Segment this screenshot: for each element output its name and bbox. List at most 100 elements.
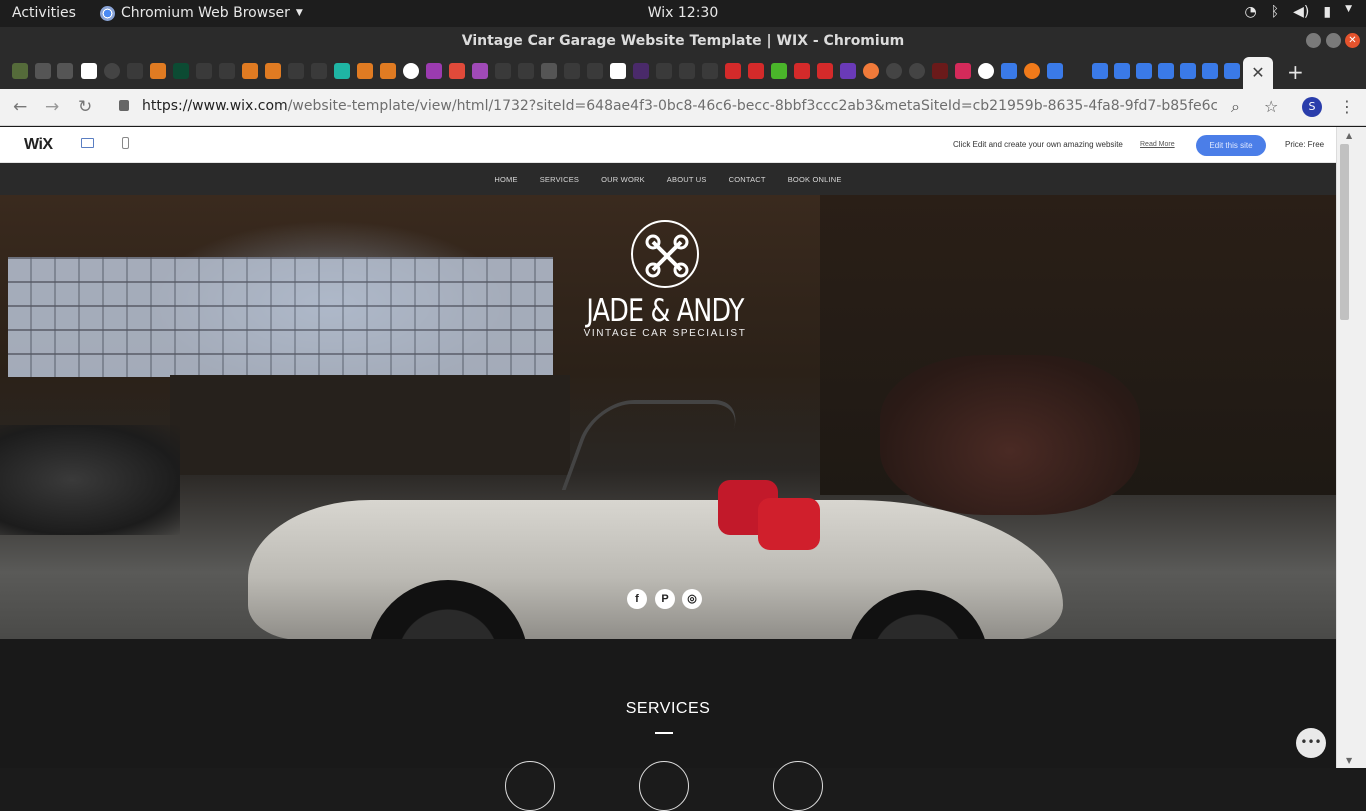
desktop-view-icon[interactable]: [81, 138, 94, 148]
service-icon[interactable]: [639, 761, 689, 811]
tab-favicon[interactable]: [127, 63, 143, 79]
chat-icon[interactable]: •••: [1296, 728, 1326, 758]
battery-icon: ▮: [1323, 4, 1332, 20]
tab-favicon[interactable]: [748, 63, 764, 79]
wix-logo[interactable]: WiX: [24, 136, 53, 154]
tab-favicon[interactable]: [196, 63, 212, 79]
tab-favicon[interactable]: [541, 63, 557, 79]
window-title-bar: Vintage Car Garage Website Template | WI…: [0, 27, 1366, 55]
tab-favicon[interactable]: [587, 63, 603, 79]
tab-favicon[interactable]: [311, 63, 327, 79]
tab-favicon[interactable]: [219, 63, 235, 79]
tab-favicon[interactable]: [1047, 63, 1063, 79]
reload-button[interactable]: ↻: [78, 97, 92, 117]
tab-favicon[interactable]: [1024, 63, 1040, 79]
tab-favicon[interactable]: [725, 63, 741, 79]
nav-contact[interactable]: CONTACT: [718, 175, 777, 184]
back-button[interactable]: ←: [13, 97, 27, 117]
tab-favicon[interactable]: [1136, 63, 1152, 79]
nav-about-us[interactable]: ABOUT US: [656, 175, 718, 184]
car-windshield: [561, 400, 745, 490]
tab-favicon[interactable]: [449, 63, 465, 79]
nav-home[interactable]: HOME: [483, 175, 528, 184]
tab-favicon[interactable]: [357, 63, 373, 79]
tab-favicon[interactable]: [380, 63, 396, 79]
tab-favicon[interactable]: [840, 63, 856, 79]
close-tab-icon[interactable]: ✕: [1251, 63, 1264, 82]
new-tab-button[interactable]: +: [1287, 60, 1304, 84]
minimize-button[interactable]: [1306, 33, 1321, 48]
tab-favicon[interactable]: [35, 63, 51, 79]
tab-favicon[interactable]: [886, 63, 902, 79]
service-icon[interactable]: [773, 761, 823, 811]
tab-favicon[interactable]: [518, 63, 534, 79]
tab-favicon[interactable]: [150, 63, 166, 79]
tab-favicon[interactable]: [863, 63, 879, 79]
tab-favicon[interactable]: [610, 63, 626, 79]
tab-favicon[interactable]: [242, 63, 258, 79]
tab-favicon[interactable]: [1158, 63, 1174, 79]
instagram-icon[interactable]: ◎: [682, 589, 702, 609]
tab-favicon[interactable]: [403, 63, 419, 79]
tab-favicon[interactable]: [1224, 63, 1240, 79]
activities-button[interactable]: Activities: [12, 5, 76, 21]
scroll-up-icon[interactable]: ▲: [1346, 131, 1352, 140]
tab-favicon[interactable]: [817, 63, 833, 79]
active-tab[interactable]: ✕: [1243, 57, 1273, 89]
maximize-button[interactable]: [1326, 33, 1341, 48]
bluetooth-icon: ᛒ: [1270, 4, 1280, 20]
page-scrollbar[interactable]: ▲ ▼: [1336, 127, 1366, 768]
browser-menu-icon[interactable]: ⋮: [1339, 97, 1355, 116]
tab-favicon[interactable]: [1092, 63, 1108, 79]
nav-book-online[interactable]: BOOK ONLINE: [777, 175, 853, 184]
bookmark-star-icon[interactable]: ☆: [1264, 97, 1278, 116]
zoom-icon[interactable]: ⌕: [1231, 97, 1240, 117]
tab-favicon[interactable]: [1202, 63, 1218, 79]
system-tray[interactable]: ◔ ᛒ ◀) ▮ ▼: [1245, 4, 1353, 20]
site-brand[interactable]: JADE & ANDY VINTAGE CAR SPECIALIST: [568, 220, 762, 339]
tab-favicon[interactable]: [81, 63, 97, 79]
lock-icon[interactable]: [119, 100, 129, 111]
tab-favicon[interactable]: [472, 63, 488, 79]
mobile-view-icon[interactable]: [122, 137, 129, 149]
nav-services[interactable]: SERVICES: [529, 175, 590, 184]
tab-favicon[interactable]: [633, 63, 649, 79]
tab-favicon[interactable]: [495, 63, 511, 79]
clock[interactable]: Wix 12:30: [648, 5, 719, 21]
tab-favicon[interactable]: [679, 63, 695, 79]
tab-favicon[interactable]: [909, 63, 925, 79]
app-menu[interactable]: Chromium Web Browser ▼: [100, 5, 303, 21]
tab-favicon[interactable]: [564, 63, 580, 79]
url-field[interactable]: https://www.wix.com/website-template/vie…: [142, 98, 1217, 114]
scrollbar-thumb[interactable]: [1340, 144, 1349, 320]
tab-favicon[interactable]: [104, 63, 120, 79]
tab-favicon[interactable]: [265, 63, 281, 79]
tab-favicon[interactable]: [288, 63, 304, 79]
forward-button[interactable]: →: [45, 97, 59, 117]
tab-favicon[interactable]: [978, 63, 994, 79]
tab-favicon[interactable]: [1114, 63, 1130, 79]
read-more-link[interactable]: Read More: [1140, 141, 1175, 148]
scroll-down-icon[interactable]: ▼: [1346, 756, 1352, 765]
tab-favicon[interactable]: [1180, 63, 1196, 79]
close-window-button[interactable]: ✕: [1345, 33, 1360, 48]
tab-favicon[interactable]: [771, 63, 787, 79]
tab-favicon[interactable]: [334, 63, 350, 79]
tab-favicon[interactable]: [955, 63, 971, 79]
profile-avatar[interactable]: S: [1302, 97, 1322, 117]
tab-favicon[interactable]: [932, 63, 948, 79]
tab-favicon[interactable]: [1001, 63, 1017, 79]
tab-favicon[interactable]: [426, 63, 442, 79]
pinterest-icon[interactable]: P: [655, 589, 675, 609]
tab-favicon[interactable]: [702, 63, 718, 79]
tab-favicon[interactable]: [12, 63, 28, 79]
tab-favicon[interactable]: [794, 63, 810, 79]
edit-site-button[interactable]: Edit this site: [1196, 135, 1266, 156]
nav-our-work[interactable]: OUR WORK: [590, 175, 656, 184]
services-title: SERVICES: [625, 700, 711, 717]
facebook-icon[interactable]: f: [627, 589, 647, 609]
tab-favicon[interactable]: [173, 63, 189, 79]
tab-favicon[interactable]: [57, 63, 73, 79]
tab-favicon[interactable]: [656, 63, 672, 79]
service-icon[interactable]: [505, 761, 555, 811]
